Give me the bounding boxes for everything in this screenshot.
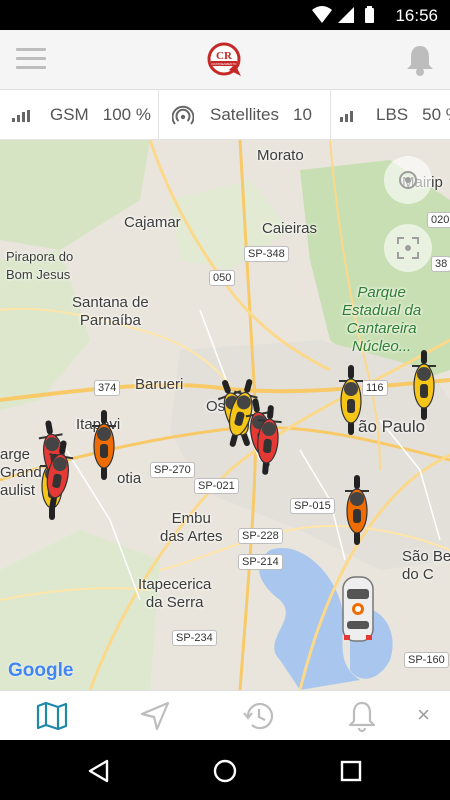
vehicle-marker-motorcycle[interactable] (90, 410, 118, 480)
map-label-itapecerica: Itapecerica da Serra (138, 576, 212, 611)
satellites-value: 10 (292, 105, 312, 124)
map-label-morato: Morato (257, 147, 304, 164)
wifi-icon (312, 6, 332, 23)
road-shield-sp160: SP-160 (404, 652, 449, 668)
map-label-sao-paulo: ão Paulo (358, 417, 426, 436)
satellites-stat: Satellites 10 (172, 90, 312, 139)
app-bar: CR RASTREAMENTO (0, 30, 450, 90)
status-bar: 16:56 (0, 0, 450, 30)
map-label-embu: Embu das Artes (160, 510, 223, 545)
gsm-value: 100 % (102, 105, 151, 124)
lbs-signal-icon (340, 111, 353, 122)
logo-subtext: RASTREAMENTO (212, 62, 238, 66)
google-attribution-text: Google (8, 660, 74, 681)
map-label-barueri: Barueri (135, 376, 184, 393)
road-shield-sp270: SP-270 (150, 462, 195, 478)
battery-icon (365, 8, 374, 23)
hamburger-icon-line (16, 57, 46, 60)
divider (158, 90, 159, 139)
satellite-signal-icon (172, 105, 194, 125)
map-label-caieiras: Caieiras (262, 220, 318, 237)
vehicle-marker-motorcycle[interactable] (337, 365, 365, 435)
lbs-label: LBS (376, 105, 409, 124)
satellites-label: Satellites (210, 105, 279, 124)
map-label-santana: Santana de Parnaíba (72, 294, 149, 329)
map-label-pirapora: Pirapora do Bom Jesus (6, 249, 74, 282)
notifications-bell-icon[interactable] (404, 43, 436, 77)
lbs-value: 50 % (422, 105, 450, 124)
hamburger-icon-line (16, 48, 46, 51)
road-shield-sp348: SP-348 (244, 246, 289, 262)
navigation-arrow-icon[interactable] (138, 699, 172, 733)
map-label-cotia: otia (117, 470, 142, 487)
back-icon[interactable] (86, 758, 112, 784)
close-button[interactable]: × (417, 704, 430, 726)
lbs-stat: LBS 50 % (340, 90, 450, 139)
road-shield-sp214: SP-214 (238, 554, 283, 570)
my-location-button[interactable] (384, 156, 432, 204)
menu-button[interactable] (16, 48, 46, 72)
system-navigation-bar (0, 740, 450, 800)
app-logo: CR RASTREAMENTO (207, 42, 241, 76)
device-info-bar: GSM 100 % Satellites 10 LBS 50 % (0, 90, 450, 140)
road-shield-38: 38 (431, 256, 450, 272)
home-icon[interactable] (212, 758, 238, 784)
bottom-navigation: × (0, 690, 450, 740)
road-shield-sp015: SP-015 (290, 498, 335, 514)
map-label-park: Parque Estadual da Cantareira Núcleo... (342, 284, 422, 355)
divider (330, 90, 331, 139)
vehicle-marker-car[interactable] (340, 575, 376, 645)
road-shield-116: 116 (362, 380, 388, 396)
focus-frame-icon (397, 237, 419, 259)
map-label-cajamar: Cajamar (124, 214, 181, 231)
fit-markers-button[interactable] (384, 224, 432, 272)
status-time: 16:56 (395, 6, 438, 25)
signal-bars-icon (12, 110, 30, 122)
road-shield-050: 050 (209, 270, 236, 286)
road-shield-sp021: SP-021 (194, 478, 239, 494)
hamburger-icon-line (16, 66, 46, 69)
map-icon[interactable] (35, 699, 69, 733)
map-label-largo: arge Grand aulist (0, 446, 42, 499)
map-view[interactable]: Morato Mairip Cajamar Caieiras Pirapora … (0, 140, 450, 690)
recents-icon[interactable] (338, 758, 364, 784)
logo-text: CR (216, 50, 233, 62)
road-shield-sp228: SP-228 (238, 528, 283, 544)
vehicle-marker-motorcycle[interactable] (410, 350, 438, 420)
location-target-icon (399, 171, 417, 189)
map-label-sao-be: São Be do C (402, 548, 450, 583)
road-shield-374: 374 (94, 380, 121, 396)
notification-bell-icon[interactable] (345, 699, 379, 733)
gsm-label: GSM (50, 105, 89, 124)
road-shield-sp234: SP-234 (172, 630, 217, 646)
google-attribution: Google (8, 660, 73, 682)
gsm-stat: GSM 100 % (12, 90, 151, 139)
history-clock-icon[interactable] (242, 699, 276, 733)
status-icons (312, 6, 374, 23)
vehicle-marker-motorcycle[interactable] (343, 475, 371, 545)
signal-icon (338, 7, 354, 23)
